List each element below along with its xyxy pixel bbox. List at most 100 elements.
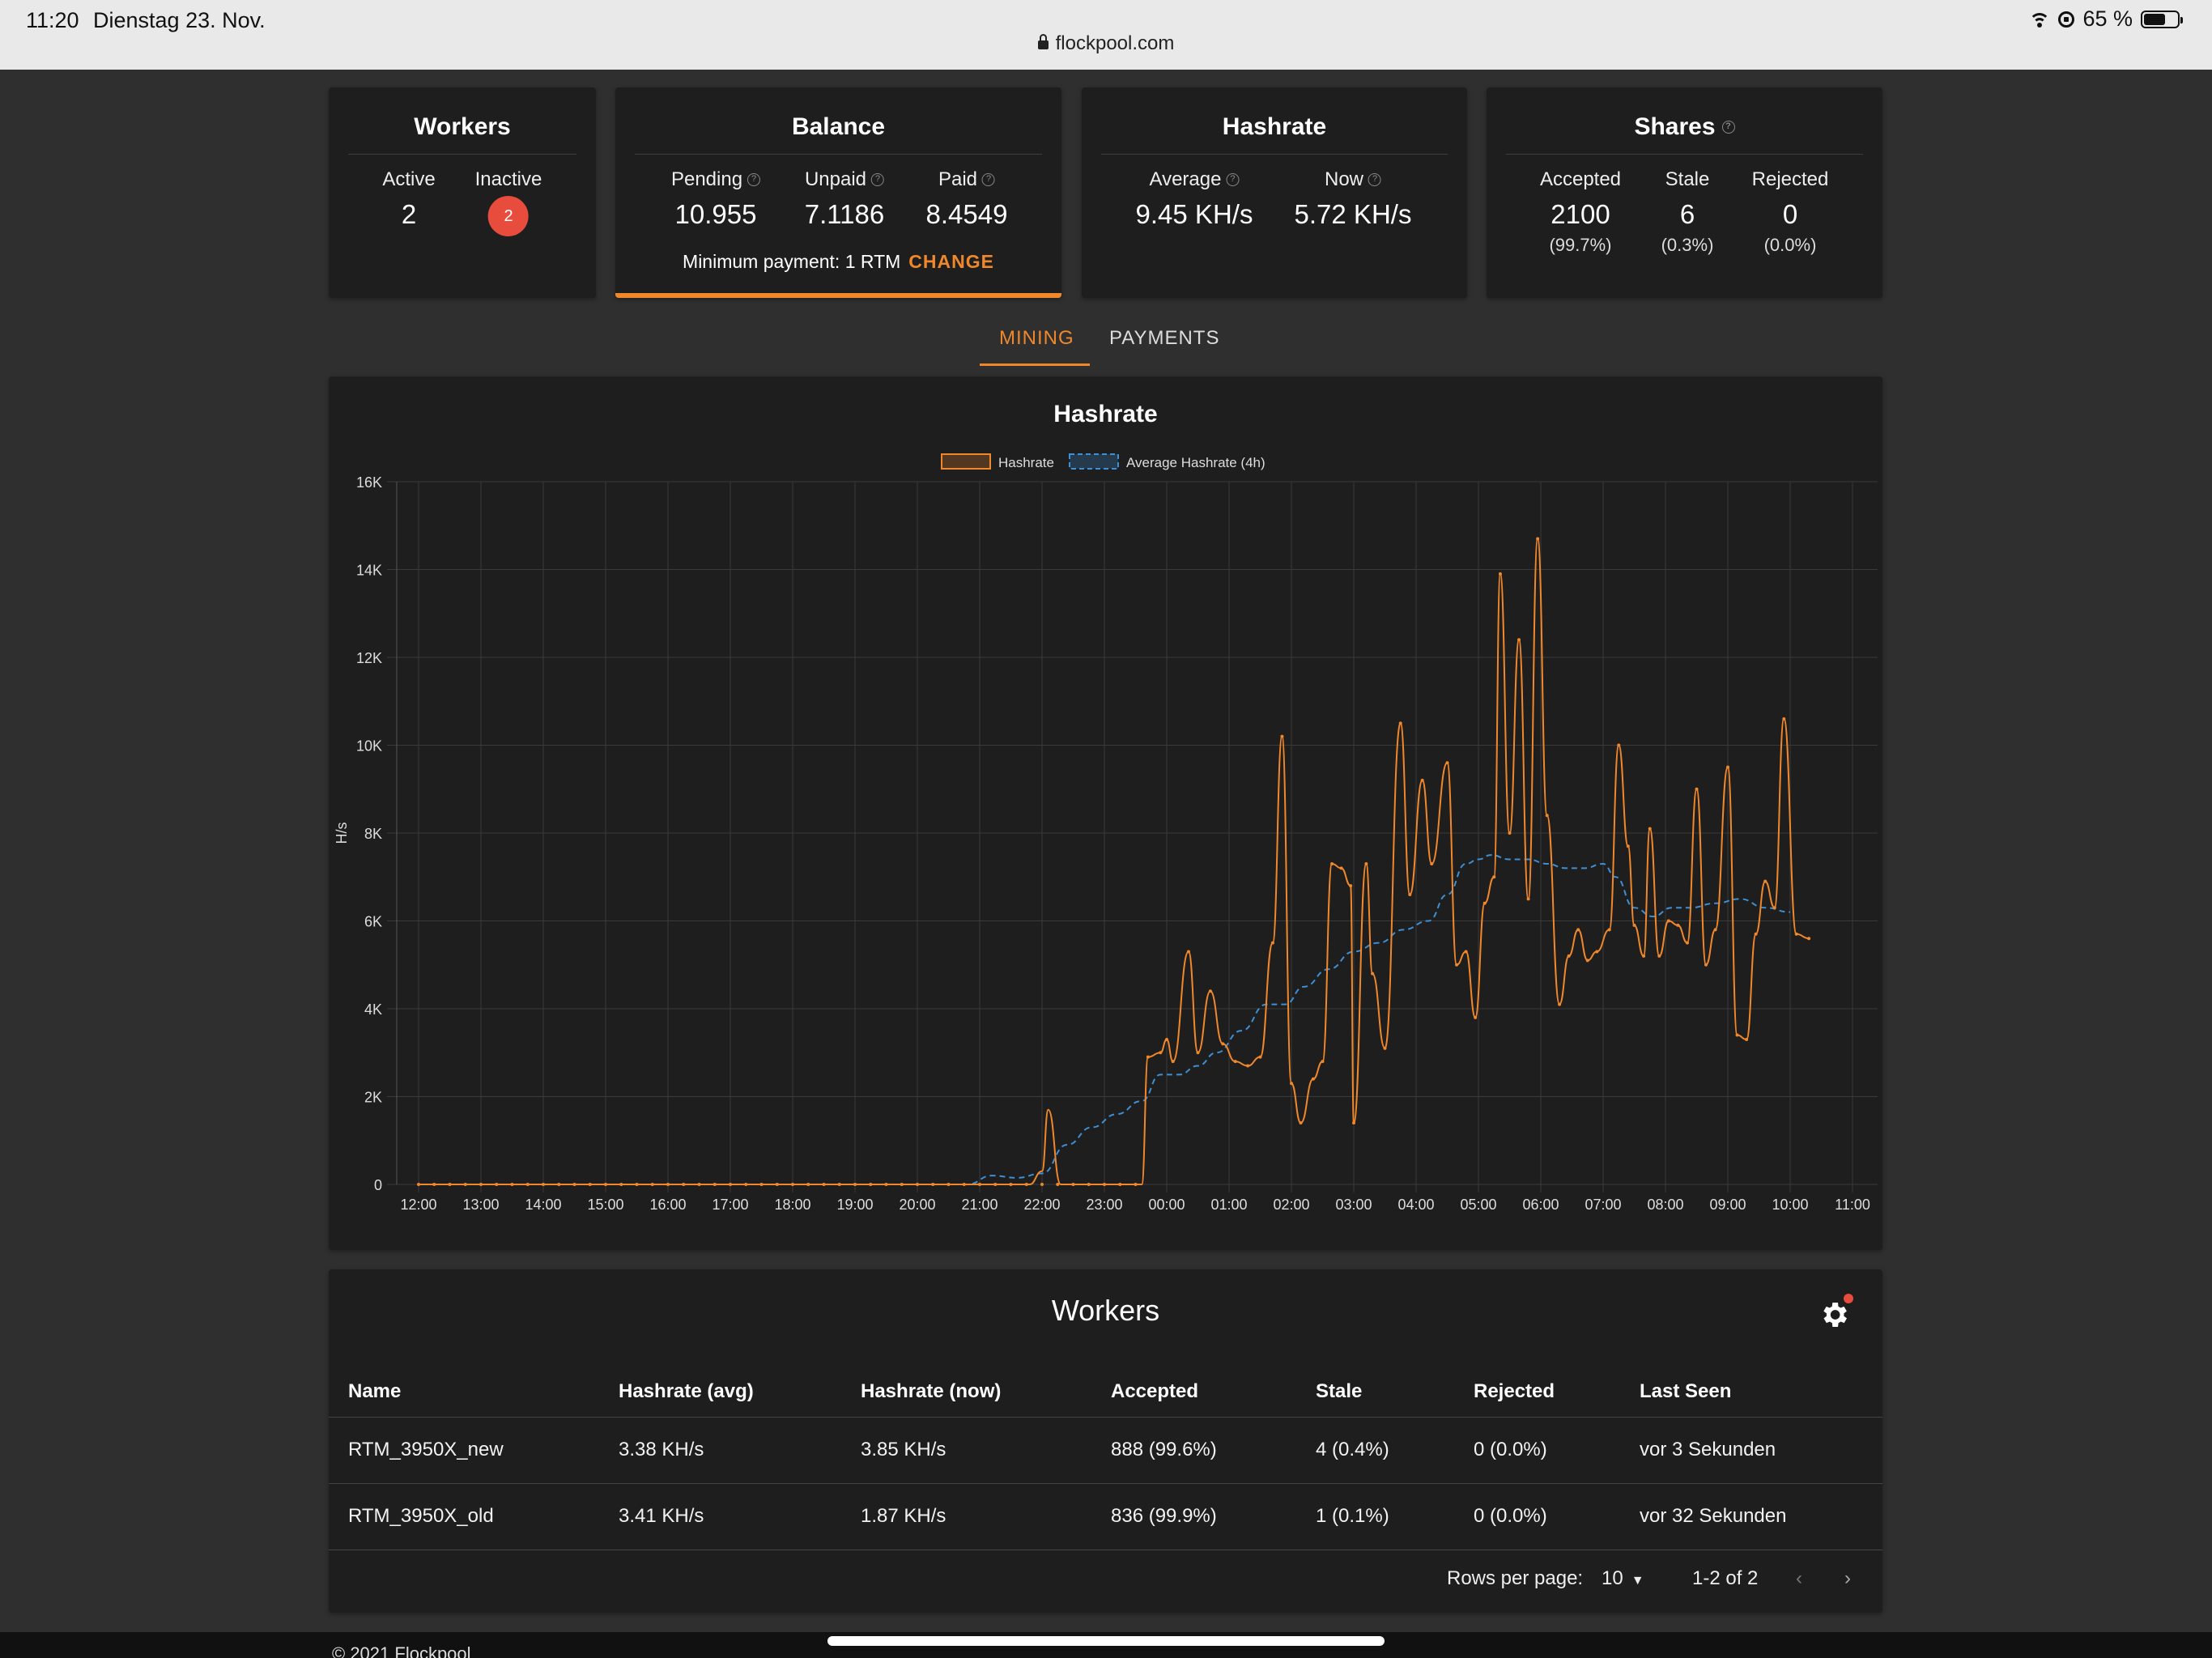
prev-page-icon[interactable]: ‹ [1796,1567,1802,1590]
next-page-icon[interactable]: › [1844,1567,1851,1590]
hashrate-point [1398,721,1402,725]
table-header-row: Name Hashrate (avg) Hashrate (now) Accep… [329,1367,1882,1418]
legend-hashrate-label: Hashrate [998,455,1054,470]
column-header[interactable]: Hashrate (now) [841,1367,1091,1418]
status-icons: 65 % [2029,6,2183,32]
table-row[interactable]: RTM_3950X_new 3.38 KH/s 3.85 KH/s 888 (9… [329,1417,1882,1484]
y-tick-label: 12K [356,650,382,666]
help-icon[interactable]: ? [1721,121,1735,134]
unpaid-value: 7.1186 [804,199,885,229]
y-tick-label: 14K [356,563,382,579]
help-icon[interactable]: ? [982,173,996,186]
hashrate-point [931,1183,935,1186]
hashrate-point [1517,638,1521,642]
accepted-label: Accepted [1539,168,1622,190]
now-value: 5.72 KH/s [1294,199,1412,229]
home-indicator[interactable] [827,1636,1385,1646]
worker-name: RTM_3950X_old [329,1483,599,1550]
help-icon[interactable]: ? [871,173,885,186]
dropdown-caret-icon: ▼ [1631,1574,1644,1588]
y-tick-label: 6K [364,914,382,930]
hashrate-point [1585,959,1589,963]
help-icon[interactable]: ? [1368,173,1382,186]
footer-copyright: © 2021 Flockpool [332,1643,471,1658]
hashrate-point [1311,1077,1315,1081]
hashrate-point [1330,861,1334,865]
tab-mining[interactable]: MINING [980,321,1090,366]
hashrate-point [495,1183,499,1186]
hashrate-chart[interactable]: 0 2K 4K 6K 8K 10K 12K 14K 16K 12:00 13:00 14:00 15:0… [329,376,1882,1250]
x-tick-label: 11:00 [1835,1197,1870,1213]
hashrate-point [697,1183,701,1186]
hashrate-point [1146,1055,1150,1059]
table-settings-button[interactable] [1818,1294,1853,1331]
workers-summary-card: Workers Active 2 Inactive 2 [329,87,596,298]
hashrate-point [666,1183,670,1186]
hashrate-point [978,1183,981,1186]
pending-value: 10.955 [674,199,757,229]
hashrate-point [1735,1033,1739,1037]
x-tick-label: 18:00 [774,1197,810,1213]
rotation-lock-icon [2058,11,2075,28]
stale-label: Stale [1665,168,1710,190]
hashrate-point [1772,906,1776,910]
inactive-badge[interactable]: 2 [488,196,529,236]
hashrate-point [1221,1042,1225,1046]
hashrate-point [1430,861,1434,865]
x-tick-label: 14:00 [525,1197,561,1213]
accepted: 836 (99.9%) [1091,1483,1296,1550]
change-min-payment-button[interactable]: CHANGE [908,251,994,272]
tab-payments-label: PAYMENTS [1109,327,1220,349]
hashrate-point [916,1183,919,1186]
hashrate-point [1508,831,1512,835]
table-row[interactable]: RTM_3950X_old 3.41 KH/s 1.87 KH/s 836 (9… [329,1483,1882,1550]
hashrate-point [510,1183,514,1186]
balance-accent-bar [615,293,1061,298]
column-header[interactable]: Rejected [1454,1367,1620,1418]
minimum-payment: Minimum payment: 1 RTM CHANGE [615,251,1061,273]
help-icon[interactable]: ? [1226,173,1240,186]
active-tab-indicator [980,363,1090,366]
hashrate-point [1103,1183,1106,1186]
hashrate-point [635,1183,639,1186]
workers-table-title: Workers [1051,1294,1160,1327]
hashrate-point [1482,901,1487,905]
y-tick-label: 10K [356,738,382,755]
hashrate-point [806,1183,810,1186]
address-bar[interactable]: flockpool.com [0,32,2212,55]
hashrate-point [557,1183,561,1186]
tab-payments[interactable]: PAYMENTS [1109,321,1223,366]
hashrate-point [588,1183,592,1186]
help-icon[interactable]: ? [747,173,761,186]
hashrate-point [759,1183,764,1186]
column-header[interactable]: Name [329,1367,599,1418]
hashrate-point [1607,928,1611,932]
column-header[interactable]: Last Seen [1620,1367,1882,1418]
hashrate-point [1009,1183,1013,1186]
x-tick-label: 22:00 [1023,1197,1060,1213]
x-tick-label: 23:00 [1086,1197,1122,1213]
x-tick-label: 01:00 [1210,1197,1247,1213]
hashrate-point [1704,963,1708,967]
x-tick-label: 12:00 [400,1197,436,1213]
hashrate-point [1233,1060,1237,1064]
hashrate-point [1321,1060,1325,1064]
column-header[interactable]: Hashrate (avg) [599,1367,841,1418]
hashrate-point [1464,950,1468,954]
column-header[interactable]: Stale [1296,1367,1454,1418]
x-tick-label: 02:00 [1273,1197,1309,1213]
hashrate-point [1536,537,1540,541]
accepted-value: 2100 [1551,199,1610,229]
y-tick-label: 8K [364,826,382,842]
rejected-label: Rejected [1751,168,1829,190]
last-seen: vor 3 Sekunden [1620,1417,1882,1484]
wifi-icon [2029,11,2051,28]
hashrate-point [1196,1051,1200,1055]
average-stat: Average? 9.45 KH/s [1136,168,1253,230]
x-tick-label: 08:00 [1647,1197,1683,1213]
rows-per-page-select[interactable]: 10 ▼ [1602,1567,1644,1590]
average-value: 9.45 KH/s [1135,199,1253,229]
column-header[interactable]: Accepted [1091,1367,1296,1418]
divider [635,154,1042,155]
hashrate-point [1371,971,1375,976]
